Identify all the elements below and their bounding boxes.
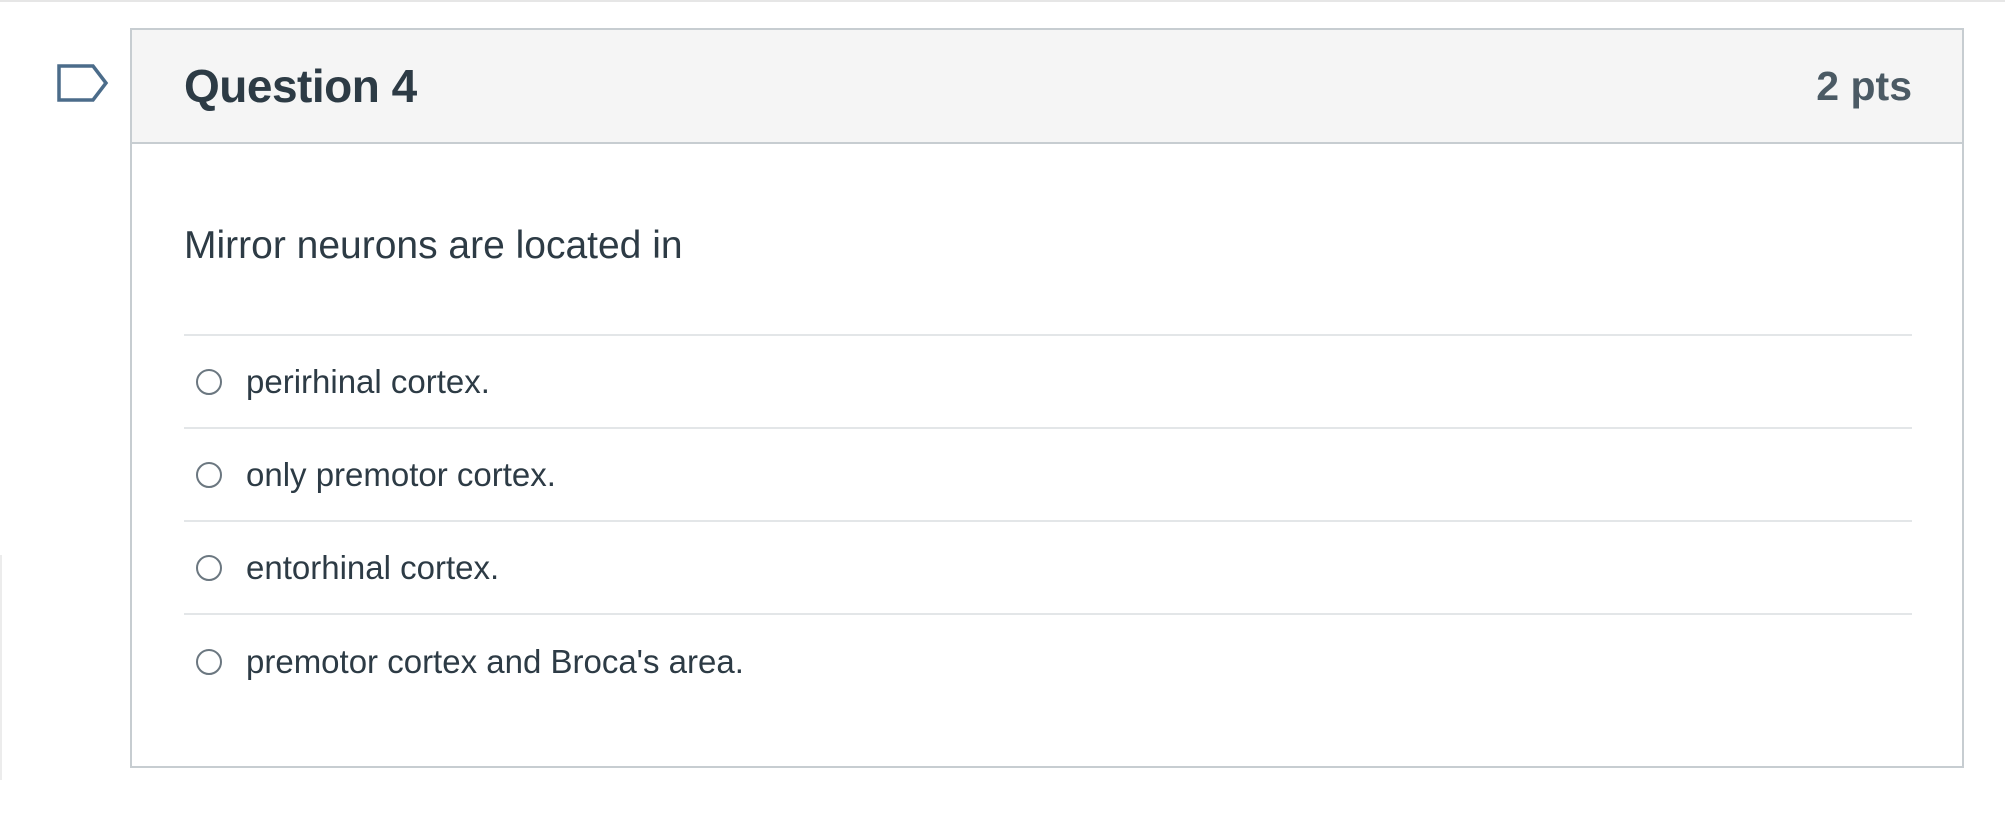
question-card: Question 4 2 pts Mirror neurons are loca… — [130, 28, 1964, 768]
answer-list: perirhinal cortex. only premotor cortex.… — [184, 334, 1912, 708]
answer-option[interactable]: premotor cortex and Broca's area. — [184, 615, 1912, 708]
answer-label: perirhinal cortex. — [246, 362, 490, 400]
answer-label: entorhinal cortex. — [246, 548, 500, 586]
answer-label: premotor cortex and Broca's area. — [246, 642, 744, 680]
radio-button[interactable] — [196, 461, 222, 488]
answer-option[interactable]: perirhinal cortex. — [184, 336, 1912, 429]
left-edge-divider — [0, 555, 2, 780]
answer-label: only premotor cortex. — [246, 455, 556, 493]
top-divider — [0, 0, 2005, 2]
radio-button[interactable] — [196, 554, 222, 581]
answer-option[interactable]: only premotor cortex. — [184, 429, 1912, 522]
question-body: Mirror neurons are located in perirhinal… — [132, 144, 1962, 708]
question-points: 2 pts — [1816, 62, 1912, 109]
flag-question-icon[interactable] — [56, 62, 110, 104]
question-title: Question 4 — [184, 60, 417, 112]
radio-button[interactable] — [196, 368, 222, 395]
radio-button[interactable] — [196, 648, 222, 675]
answer-option[interactable]: entorhinal cortex. — [184, 522, 1912, 615]
question-text: Mirror neurons are located in — [184, 224, 683, 267]
question-header: Question 4 2 pts — [132, 30, 1962, 144]
